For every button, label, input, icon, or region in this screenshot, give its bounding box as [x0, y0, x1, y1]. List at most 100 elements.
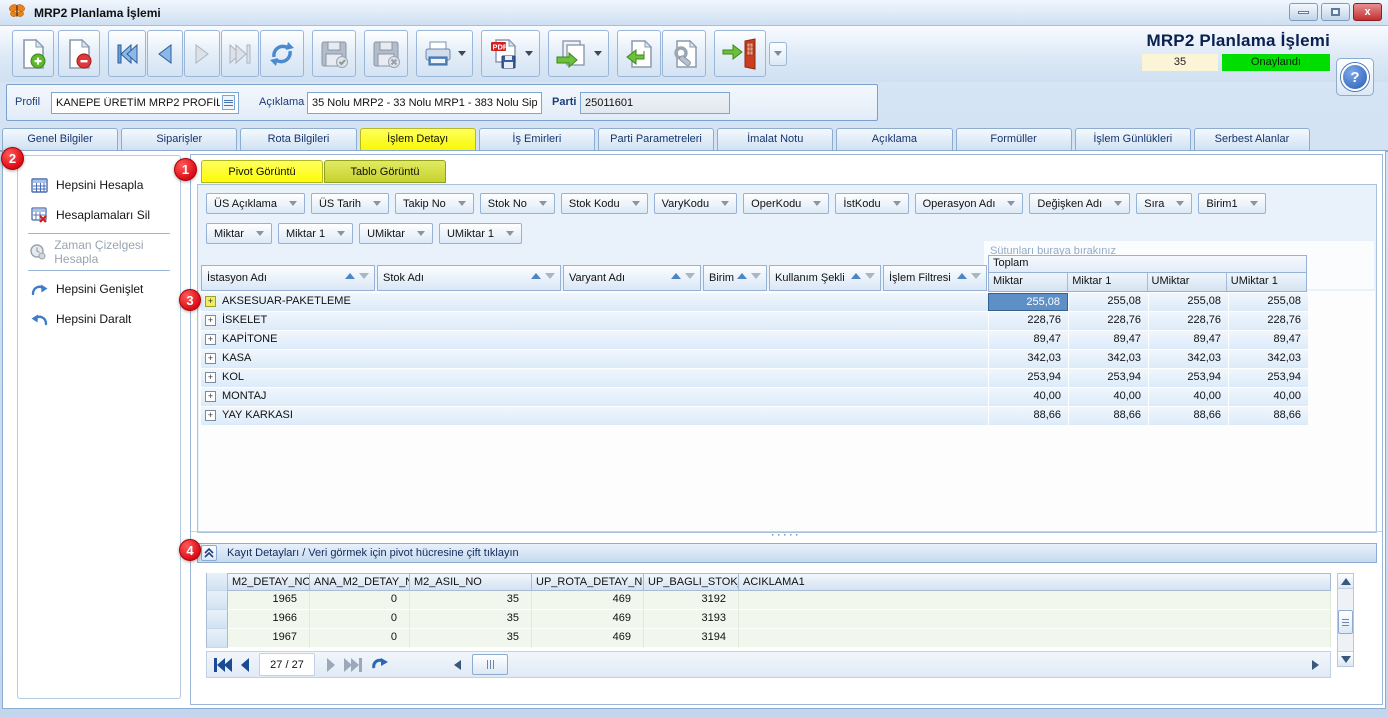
filter-chip[interactable]: Takip No — [395, 193, 474, 214]
chevron-down-icon[interactable] — [893, 201, 901, 206]
sort-desc-icon[interactable] — [971, 273, 981, 279]
pivot-value-cell[interactable]: 88,66 — [1148, 407, 1228, 425]
pivot-value-cell[interactable]: 228,76 — [988, 312, 1068, 330]
chevron-down-icon[interactable] — [813, 201, 821, 206]
sort-asc-icon[interactable] — [957, 273, 967, 279]
chevron-down-icon[interactable] — [632, 201, 640, 206]
print-button[interactable] — [416, 30, 473, 77]
pivot-row[interactable]: + KASA 342,03342,03342,03342,03 — [201, 350, 1308, 368]
view-tab-pivot[interactable]: Pivot Görüntü — [201, 160, 323, 183]
filter-chip[interactable]: Stok No — [480, 193, 555, 214]
expand-plus-icon[interactable]: + — [205, 353, 216, 364]
expand-plus-icon[interactable]: + — [205, 315, 216, 326]
detail-col-aciklama1[interactable]: ACIKLAMA1 — [739, 573, 1331, 591]
pivot-value-cell[interactable]: 255,08 — [1068, 293, 1148, 311]
chevron-down-icon[interactable] — [256, 231, 264, 236]
sort-desc-icon[interactable] — [865, 273, 875, 279]
pivot-value-cell[interactable]: 253,94 — [1148, 369, 1228, 387]
aciklama-input[interactable] — [307, 92, 542, 114]
expand-plus-icon[interactable]: + — [205, 372, 216, 383]
tab-siparisler[interactable]: Siparişler — [121, 128, 237, 151]
pivot-row[interactable]: + YAY KARKASI 88,6688,6688,6688,66 — [201, 407, 1308, 425]
chevron-down-icon[interactable] — [1007, 201, 1015, 206]
pivot-row[interactable]: + AKSESUAR-PAKETLEME 255,08255,08255,082… — [201, 293, 1308, 311]
tab-aciklama[interactable]: Açıklama — [836, 128, 952, 151]
data-field-chip[interactable]: Miktar 1 — [278, 223, 353, 244]
previous-record-button[interactable] — [147, 30, 183, 77]
value-column-umiktar[interactable]: UMiktar — [1148, 273, 1227, 291]
refresh-button[interactable] — [260, 30, 304, 77]
vertical-scrollbar[interactable] — [1337, 573, 1354, 667]
pivot-value-cell[interactable]: 228,76 — [1068, 312, 1148, 330]
data-field-chip[interactable]: UMiktar — [359, 223, 433, 244]
sort-asc-icon[interactable] — [737, 273, 747, 279]
filter-chip[interactable]: ÜS Tarih — [311, 193, 389, 214]
pager-refresh-button[interactable] — [371, 657, 389, 673]
import-record-button[interactable] — [617, 30, 661, 77]
pivot-row[interactable]: + KOL 253,94253,94253,94253,94 — [201, 369, 1308, 387]
pager-prev-button[interactable] — [239, 657, 251, 673]
sort-asc-icon[interactable] — [671, 273, 681, 279]
chevron-down-icon[interactable] — [458, 201, 466, 206]
delete-record-button[interactable] — [58, 30, 100, 77]
hscroll-left-icon[interactable] — [453, 659, 462, 671]
last-record-button[interactable] — [221, 30, 259, 77]
profil-input[interactable] — [51, 92, 239, 114]
filter-chip[interactable]: Değişken Adı — [1029, 193, 1130, 214]
pager-first-button[interactable] — [213, 657, 233, 673]
pivot-value-cell[interactable]: 88,66 — [1228, 407, 1308, 425]
pivot-value-cell[interactable]: 255,08 — [1228, 293, 1308, 311]
row-indicator[interactable] — [206, 591, 228, 610]
value-column-miktar1[interactable]: Miktar 1 — [1068, 273, 1147, 291]
row-header-stok-adi[interactable]: Stok Adı — [377, 265, 561, 291]
pivot-value-cell[interactable]: 89,47 — [1148, 331, 1228, 349]
filter-chip[interactable]: Sıra — [1136, 193, 1192, 214]
sort-asc-icon[interactable] — [531, 273, 541, 279]
chevron-down-icon[interactable] — [373, 201, 381, 206]
row-header-istasyon-adi[interactable]: İstasyon Adı — [201, 265, 375, 291]
data-field-chip[interactable]: Miktar — [206, 223, 272, 244]
close-button[interactable]: x — [1353, 3, 1382, 21]
chevron-down-icon[interactable] — [337, 231, 345, 236]
tools-button[interactable] — [662, 30, 706, 77]
pivot-value-cell[interactable]: 89,47 — [988, 331, 1068, 349]
pivot-value-cell[interactable]: 40,00 — [988, 388, 1068, 406]
pivot-value-cell[interactable]: 253,94 — [1228, 369, 1308, 387]
filter-chip[interactable]: Stok Kodu — [561, 193, 648, 214]
print-dropdown-icon[interactable] — [458, 51, 466, 56]
pager-last-button[interactable] — [343, 657, 363, 673]
filter-chip[interactable]: VaryKodu — [654, 193, 738, 214]
view-tab-tablo[interactable]: Tablo Görüntü — [324, 160, 446, 183]
pivot-value-cell[interactable]: 342,03 — [1148, 350, 1228, 368]
exit-dropdown-button[interactable] — [769, 42, 787, 66]
hscroll-right-icon[interactable] — [1311, 659, 1320, 674]
sort-desc-icon[interactable] — [751, 273, 761, 279]
pivot-value-cell[interactable]: 255,08 — [1148, 293, 1228, 311]
sort-desc-icon[interactable] — [685, 273, 695, 279]
exit-button[interactable] — [714, 30, 766, 77]
row-header-islem-filtresi[interactable]: İşlem Filtresi — [883, 265, 987, 291]
detail-col-m2-asil-no[interactable]: M2_ASIL_NO — [410, 573, 532, 591]
save-button[interactable] — [312, 30, 356, 77]
scrollbar-thumb[interactable] — [1338, 610, 1353, 634]
pivot-value-cell-selected[interactable]: 255,08 — [988, 293, 1068, 311]
hscrollbar-thumb[interactable] — [472, 654, 508, 675]
new-record-button[interactable] — [12, 30, 54, 77]
tab-islem-gunlukleri[interactable]: İşlem Günlükleri — [1075, 128, 1191, 151]
row-header-birim[interactable]: Birim — [703, 265, 767, 291]
filter-chip[interactable]: İstKodu — [835, 193, 908, 214]
pivot-row[interactable]: + İSKELET 228,76228,76228,76228,76 — [201, 312, 1308, 330]
sort-asc-icon[interactable] — [851, 273, 861, 279]
collapse-panel-button[interactable] — [201, 545, 217, 561]
sidebar-item-hepsini-genislet[interactable]: Hepsini Genişlet — [18, 274, 180, 304]
data-field-chip[interactable]: UMiktar 1 — [439, 223, 522, 244]
tab-serbest-alanlar[interactable]: Serbest Alanlar — [1194, 128, 1310, 151]
detail-row[interactable]: 1966 0 35 469 3193 — [206, 610, 1331, 629]
value-column-miktar[interactable]: Miktar — [989, 273, 1068, 291]
sort-desc-icon[interactable] — [359, 273, 369, 279]
restore-button[interactable] — [1321, 3, 1350, 21]
tab-formuller[interactable]: Formüller — [956, 128, 1072, 151]
help-button[interactable]: ? — [1336, 58, 1374, 96]
copy-dropdown-icon[interactable] — [594, 51, 602, 56]
pivot-value-cell[interactable]: 40,00 — [1148, 388, 1228, 406]
